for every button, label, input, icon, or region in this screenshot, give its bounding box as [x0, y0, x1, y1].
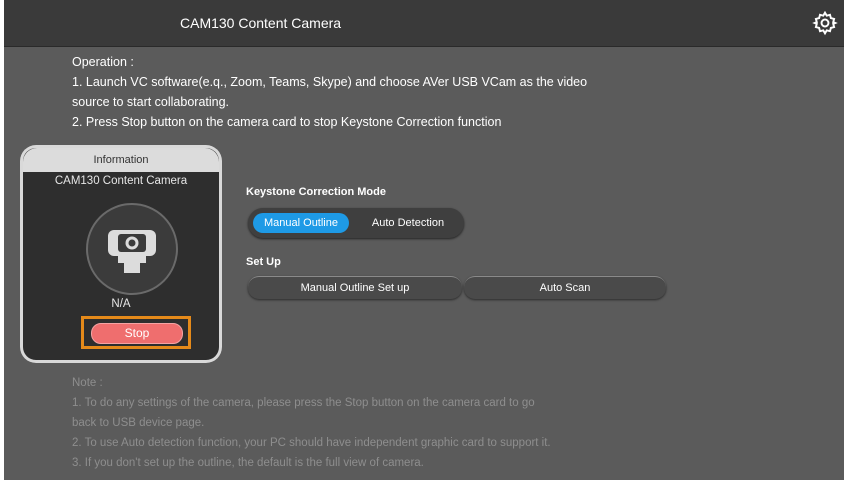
keystone-mode-toggle: Manual Outline Auto Detection — [248, 208, 464, 238]
auto-scan-button[interactable]: Auto Scan — [464, 276, 666, 299]
manual-outline-setup-button[interactable]: Manual Outline Set up — [248, 276, 462, 299]
camera-name: CAM130 Content Camera — [54, 175, 188, 187]
app-window: CAM130 Content Camera Operation : 1. Lau… — [4, 0, 844, 480]
setup-label: Set Up — [246, 256, 281, 268]
note-section: Note : 1. To do any settings of the came… — [72, 373, 692, 473]
camera-card: Information CAM130 Content Camera N/A St… — [20, 145, 222, 363]
stop-button[interactable]: Stop — [91, 323, 183, 344]
keystone-mode-label: Keystone Correction Mode — [246, 186, 386, 198]
camera-status: N/A — [111, 298, 131, 310]
manual-outline-option[interactable]: Manual Outline — [253, 213, 349, 233]
gear-icon[interactable] — [812, 10, 838, 36]
stop-highlight-frame: Stop — [81, 316, 191, 349]
auto-detection-option[interactable]: Auto Detection — [358, 213, 458, 233]
card-header: Information — [23, 148, 219, 172]
operation-line-1: 1. Launch VC software(e.q., Zoom, Teams,… — [72, 75, 588, 89]
operation-line-2: source to start collaborating. — [72, 95, 230, 109]
operation-instructions: Operation : 1. Launch VC software(e.q., … — [72, 52, 692, 132]
note-line-3: 2. To use Auto detection function, your … — [72, 437, 551, 449]
operation-line-3: 2. Press Stop button on the camera card … — [72, 115, 502, 129]
note-line-4: 3. If you don't set up the outline, the … — [72, 457, 424, 469]
operation-heading: Operation : — [72, 55, 134, 69]
note-heading: Note : — [72, 377, 103, 389]
note-line-1: 1. To do any settings of the camera, ple… — [72, 397, 535, 409]
app-title: CAM130 Content Camera — [180, 15, 342, 31]
title-bar: CAM130 Content Camera — [4, 0, 844, 47]
note-line-2: back to USB device page. — [72, 417, 205, 429]
camera-icon — [86, 203, 178, 295]
